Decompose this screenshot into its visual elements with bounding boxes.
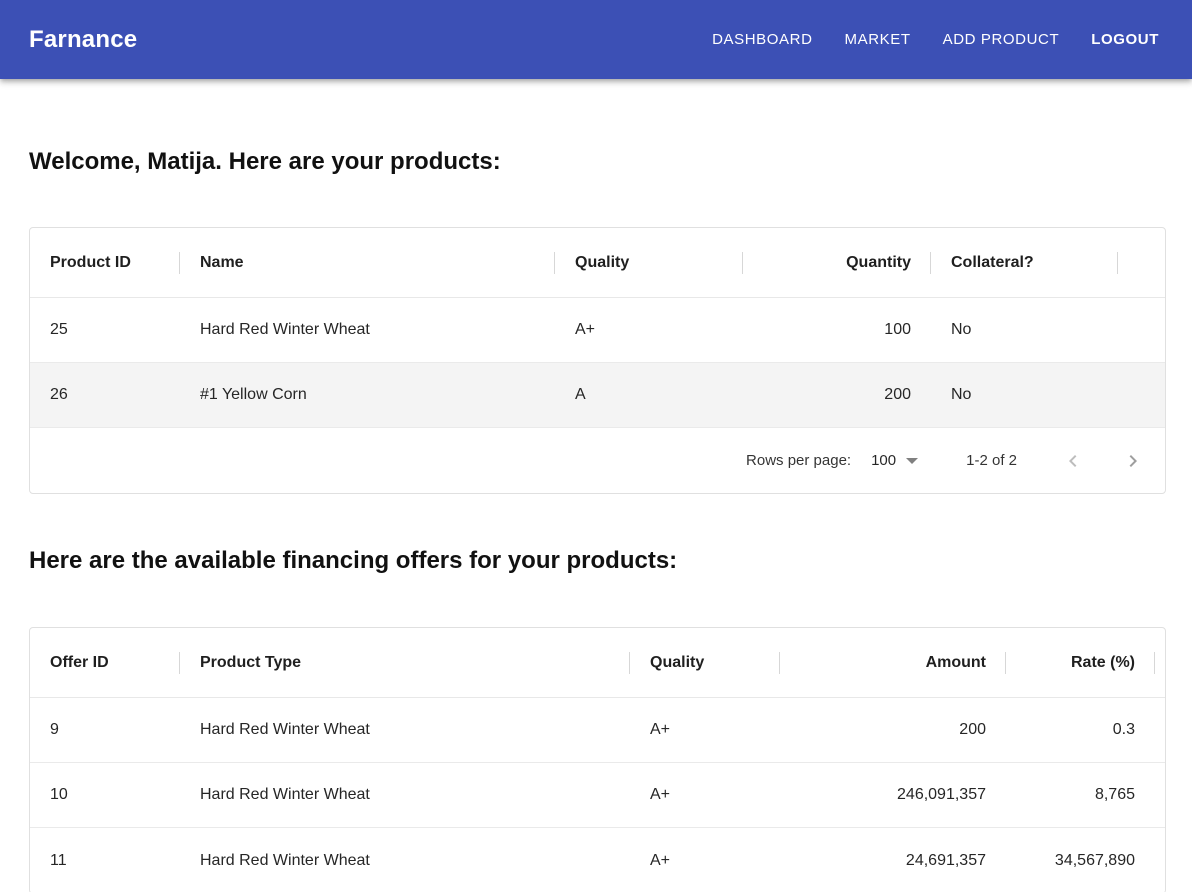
column-header-amount[interactable]: Amount (780, 628, 1006, 697)
table-pagination: Rows per page: 100 1-2 of 2 (30, 428, 1165, 493)
column-header-label: Product ID (50, 254, 131, 272)
column-header-quality[interactable]: Quality (555, 228, 743, 297)
table-cell: A+ (630, 852, 780, 870)
column-header-label: Name (200, 254, 244, 272)
chevron-right-icon (1121, 449, 1145, 473)
pagination-range-label: 1-2 of 2 (966, 452, 1017, 469)
column-header-label: Collateral? (951, 254, 1034, 272)
column-header-filler (1155, 628, 1166, 697)
column-header-product-type[interactable]: Product Type (180, 628, 630, 697)
table-cell: 34,567,890 (1006, 852, 1155, 870)
brand-title[interactable]: Farnance (29, 26, 137, 54)
table-cell: #1 Yellow Corn (180, 386, 555, 404)
column-header-label: Amount (926, 654, 986, 672)
table-cell: No (931, 321, 1118, 339)
table-cell: 200 (780, 721, 1006, 739)
products-table-header-row: Product ID Name Quality Quantity Collate… (30, 228, 1165, 298)
page-content: Welcome, Matija. Here are your products:… (0, 148, 1192, 892)
offers-table-header-row: Offer ID Product Type Quality Amount Rat… (30, 628, 1165, 698)
table-cell: 25 (30, 321, 180, 339)
column-header-rate[interactable]: Rate (%) (1006, 628, 1155, 697)
column-header-label: Quality (575, 254, 629, 272)
table-cell: 24,691,357 (780, 852, 1006, 870)
column-header-label: Quality (650, 654, 704, 672)
table-cell: 246,091,357 (780, 786, 1006, 804)
column-header-product-id[interactable]: Product ID (30, 228, 180, 297)
table-row[interactable]: 25 Hard Red Winter Wheat A+ 100 No (30, 298, 1165, 363)
table-cell: A+ (630, 786, 780, 804)
column-header-label: Offer ID (50, 654, 109, 672)
column-header-quality[interactable]: Quality (630, 628, 780, 697)
nav-item-add-product[interactable]: ADD PRODUCT (943, 31, 1060, 48)
table-cell: Hard Red Winter Wheat (180, 321, 555, 339)
next-page-button[interactable] (1121, 449, 1145, 473)
table-cell: Hard Red Winter Wheat (180, 721, 630, 739)
column-header-name[interactable]: Name (180, 228, 555, 297)
arrow-drop-down-icon (906, 458, 918, 464)
chevron-left-icon (1061, 449, 1085, 473)
column-header-label: Product Type (200, 654, 301, 672)
table-cell: 10 (30, 786, 180, 804)
table-cell: 26 (30, 386, 180, 404)
column-header-label: Rate (%) (1071, 654, 1135, 672)
column-header-quantity[interactable]: Quantity (743, 228, 931, 297)
column-header-label: Quantity (846, 254, 911, 272)
column-header-filler (1118, 228, 1165, 297)
nav-item-dashboard[interactable]: DASHBOARD (712, 31, 812, 48)
products-heading: Welcome, Matija. Here are your products: (29, 148, 1166, 176)
products-table: Product ID Name Quality Quantity Collate… (29, 227, 1166, 494)
table-cell: 11 (30, 852, 180, 870)
offers-table: Offer ID Product Type Quality Amount Rat… (29, 627, 1166, 892)
table-cell: 9 (30, 721, 180, 739)
table-cell: Hard Red Winter Wheat (180, 852, 630, 870)
nav-item-market[interactable]: MARKET (845, 31, 911, 48)
table-cell: 200 (743, 386, 931, 404)
table-cell: A+ (555, 321, 743, 339)
rows-per-page-select[interactable]: 100 (871, 452, 918, 469)
table-cell: 100 (743, 321, 931, 339)
nav-item-logout[interactable]: LOGOUT (1091, 31, 1159, 48)
table-cell: 0.3 (1006, 721, 1155, 739)
table-row[interactable]: 26 #1 Yellow Corn A 200 No (30, 363, 1165, 428)
table-cell: No (931, 386, 1118, 404)
column-header-offer-id[interactable]: Offer ID (30, 628, 180, 697)
column-header-collateral[interactable]: Collateral? (931, 228, 1118, 297)
previous-page-button[interactable] (1061, 449, 1085, 473)
rows-per-page-label: Rows per page: (746, 452, 851, 469)
table-cell: A (555, 386, 743, 404)
table-cell: A+ (630, 721, 780, 739)
table-row[interactable]: 10 Hard Red Winter Wheat A+ 246,091,357 … (30, 763, 1165, 828)
table-cell: Hard Red Winter Wheat (180, 786, 630, 804)
table-cell: 8,765 (1006, 786, 1155, 804)
app-bar: Farnance DASHBOARD MARKET ADD PRODUCT LO… (0, 0, 1192, 79)
offers-heading: Here are the available financing offers … (29, 547, 1166, 575)
main-nav: DASHBOARD MARKET ADD PRODUCT LOGOUT (712, 31, 1159, 48)
table-row[interactable]: 9 Hard Red Winter Wheat A+ 200 0.3 (30, 698, 1165, 763)
table-row[interactable]: 11 Hard Red Winter Wheat A+ 24,691,357 3… (30, 828, 1165, 892)
rows-per-page-value: 100 (871, 452, 896, 469)
